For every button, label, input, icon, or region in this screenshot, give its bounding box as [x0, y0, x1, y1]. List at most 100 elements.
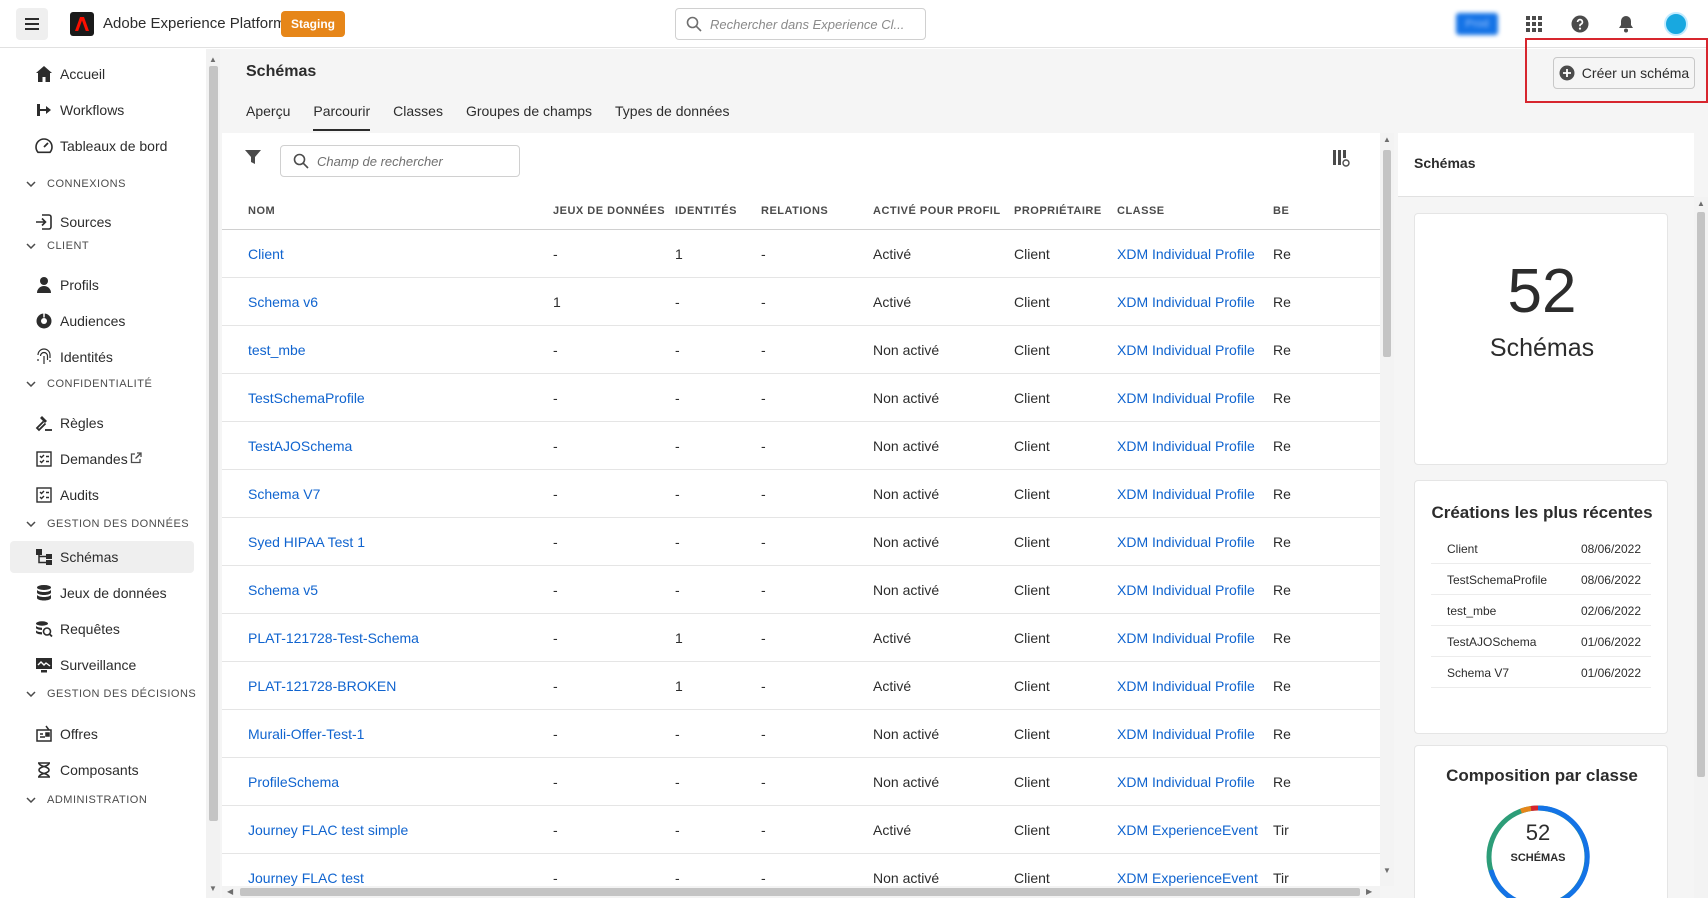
cell-nom[interactable]: Schema v5 [248, 582, 318, 598]
column-header-jeux-de-donnees[interactable]: JEUX DE DONNÉES [553, 205, 665, 217]
table-row[interactable]: Schema v6 1 - - Activé Client XDM Individual P… [222, 278, 1380, 326]
cell-classe[interactable]: XDM Individual Profile [1117, 630, 1255, 646]
cell-classe[interactable]: XDM Individual Profile [1117, 678, 1255, 694]
nav-item-composants[interactable]: Composants [10, 754, 194, 786]
apps-grid-button[interactable] [1522, 12, 1546, 36]
table-horizontal-scrollbar-thumb[interactable] [240, 888, 1360, 896]
rail-scrollbar-thumb[interactable] [1697, 212, 1705, 777]
scroll-left-arrow-icon[interactable]: ◀ [227, 887, 233, 896]
cell-nom[interactable]: Client [248, 246, 284, 262]
nav-item-accueil[interactable]: Accueil [10, 58, 194, 90]
column-header-active-pour-profil[interactable]: ACTIVÉ POUR PROFIL [873, 205, 1001, 217]
nav-item-demandes[interactable]: Demandes [10, 443, 194, 475]
table-row[interactable]: ProfileSchema - - - Non activé Client XDM Indi… [222, 758, 1380, 806]
table-row[interactable]: Syed HIPAA Test 1 - - - Non activé Client XDM … [222, 518, 1380, 566]
column-header-be[interactable]: BE [1273, 205, 1289, 217]
cell-classe[interactable]: XDM ExperienceEvent [1117, 870, 1258, 886]
table-row[interactable]: Journey FLAC test simple - - - Activé Client X… [222, 806, 1380, 854]
cell-nom[interactable]: TestAJOSchema [248, 438, 352, 454]
nav-item-jeux-de-donnees[interactable]: Jeux de données [10, 577, 194, 609]
tab-apercu[interactable]: Aperçu [246, 103, 290, 131]
table-vertical-scrollbar-thumb[interactable] [1383, 150, 1391, 357]
nav-item-surveillance[interactable]: Surveillance [10, 649, 194, 681]
cell-nom[interactable]: PLAT-121728-Test-Schema [248, 630, 419, 646]
cell-classe[interactable]: XDM Individual Profile [1117, 294, 1255, 310]
nav-item-offres[interactable]: Offres [10, 718, 194, 750]
org-switcher[interactable]: Prod [1456, 13, 1498, 35]
nav-section-gestion-des-donnees[interactable]: GESTION DES DONNÉES [26, 515, 189, 533]
nav-section-administration[interactable]: ADMINISTRATION [26, 791, 147, 809]
sidebar-scrollbar-thumb[interactable] [209, 66, 218, 821]
hamburger-menu-button[interactable] [16, 8, 48, 40]
table-row[interactable]: TestSchemaProfile - - - Non activé Client XDM … [222, 374, 1380, 422]
table-row[interactable]: Journey FLAC test - - - Non activé Client XDM … [222, 854, 1380, 886]
help-button[interactable] [1568, 12, 1592, 36]
table-row[interactable]: Client - 1 - Activé Client XDM Individual Prof… [222, 230, 1380, 278]
notifications-button[interactable] [1614, 12, 1638, 36]
table-row[interactable]: TestAJOSchema - - - Non activé Client XDM Indi… [222, 422, 1380, 470]
cell-classe[interactable]: XDM Individual Profile [1117, 390, 1255, 406]
scroll-up-arrow-icon[interactable]: ▲ [209, 55, 217, 64]
nav-item-profils[interactable]: Profils [10, 269, 194, 301]
user-avatar[interactable] [1664, 12, 1688, 36]
cell-classe[interactable]: XDM Individual Profile [1117, 438, 1255, 454]
schema-search-input[interactable]: Champ de rechercher [280, 145, 520, 177]
column-header-identites[interactable]: IDENTITÉS [675, 205, 737, 217]
cell-classe[interactable]: XDM Individual Profile [1117, 774, 1255, 790]
column-header-nom[interactable]: NOM [248, 205, 275, 217]
cell-nom[interactable]: Syed HIPAA Test 1 [248, 534, 365, 550]
global-search-input[interactable]: Rechercher dans Experience Cl... [675, 8, 926, 40]
cell-classe[interactable]: XDM ExperienceEvent [1117, 822, 1258, 838]
table-row[interactable]: PLAT-121728-BROKEN - 1 - Activé Client XDM Ind… [222, 662, 1380, 710]
table-row[interactable]: Schema v5 - - - Non activé Client XDM Individu… [222, 566, 1380, 614]
cell-classe[interactable]: XDM Individual Profile [1117, 726, 1255, 742]
nav-item-requetes[interactable]: Requêtes [10, 613, 194, 645]
nav-item-regles[interactable]: Règles [10, 407, 194, 439]
scroll-right-arrow-icon[interactable]: ▶ [1366, 887, 1372, 896]
cell-nom[interactable]: Schema v6 [248, 294, 318, 310]
scroll-up-arrow-icon[interactable]: ▲ [1697, 199, 1705, 208]
table-row[interactable]: Schema V7 - - - Non activé Client XDM Individu… [222, 470, 1380, 518]
cell-classe[interactable]: XDM Individual Profile [1117, 534, 1255, 550]
nav-item-tableaux-de-bord[interactable]: Tableaux de bord [10, 130, 194, 162]
scroll-up-arrow-icon[interactable]: ▲ [1383, 135, 1391, 144]
nav-section-gestion-des-decisions[interactable]: GESTION DES DÉCISIONS [26, 685, 196, 703]
cell-nom[interactable]: ProfileSchema [248, 774, 339, 790]
nav-item-schemas[interactable]: Schémas [10, 541, 194, 573]
nav-item-audits[interactable]: Audits [10, 479, 194, 511]
column-header-proprietaire[interactable]: PROPRIÉTAIRE [1014, 205, 1102, 217]
table-row[interactable]: test_mbe - - - Non activé Client XDM Individua… [222, 326, 1380, 374]
nav-section-confidentialite[interactable]: CONFIDENTIALITÉ [26, 375, 152, 393]
cell-nom[interactable]: PLAT-121728-BROKEN [248, 678, 396, 694]
app-title[interactable]: Adobe Experience Platform [103, 15, 286, 32]
cell-classe[interactable]: XDM Individual Profile [1117, 342, 1255, 358]
nav-item-audiences[interactable]: Audiences [10, 305, 194, 337]
filter-button[interactable] [245, 149, 261, 165]
cell-nom[interactable]: Schema V7 [248, 486, 320, 502]
table-row[interactable]: Murali-Offer-Test-1 - - - Non activé Client XD… [222, 710, 1380, 758]
cell-nom[interactable]: TestSchemaProfile [248, 390, 365, 406]
column-header-classe[interactable]: CLASSE [1117, 205, 1165, 217]
tab-parcourir[interactable]: Parcourir [313, 103, 370, 131]
cell-nom[interactable]: Journey FLAC test simple [248, 822, 408, 838]
nav-item-sources[interactable]: Sources [10, 206, 194, 238]
nav-section-connexions[interactable]: CONNEXIONS [26, 175, 126, 193]
composition-donut-chart[interactable] [1481, 800, 1595, 898]
tab-groupes-de-champs[interactable]: Groupes de champs [466, 103, 592, 131]
cell-nom[interactable]: Journey FLAC test [248, 870, 364, 886]
tab-types-de-donnees[interactable]: Types de données [615, 103, 729, 131]
cell-classe[interactable]: XDM Individual Profile [1117, 582, 1255, 598]
column-header-relations[interactable]: RELATIONS [761, 205, 828, 217]
scroll-down-arrow-icon[interactable]: ▼ [209, 884, 217, 893]
tab-classes[interactable]: Classes [393, 103, 443, 131]
cell-nom[interactable]: test_mbe [248, 342, 306, 358]
nav-item-workflows[interactable]: Workflows [10, 94, 194, 126]
nav-section-client[interactable]: CLIENT [26, 237, 89, 255]
scroll-down-arrow-icon[interactable]: ▼ [1383, 866, 1391, 875]
cell-nom[interactable]: Murali-Offer-Test-1 [248, 726, 364, 742]
table-row[interactable]: PLAT-121728-Test-Schema - 1 - Activé Client XD… [222, 614, 1380, 662]
column-settings-button[interactable] [1332, 149, 1350, 167]
cell-classe[interactable]: XDM Individual Profile [1117, 486, 1255, 502]
nav-item-identites[interactable]: Identités [10, 341, 194, 373]
cell-classe[interactable]: XDM Individual Profile [1117, 246, 1255, 262]
